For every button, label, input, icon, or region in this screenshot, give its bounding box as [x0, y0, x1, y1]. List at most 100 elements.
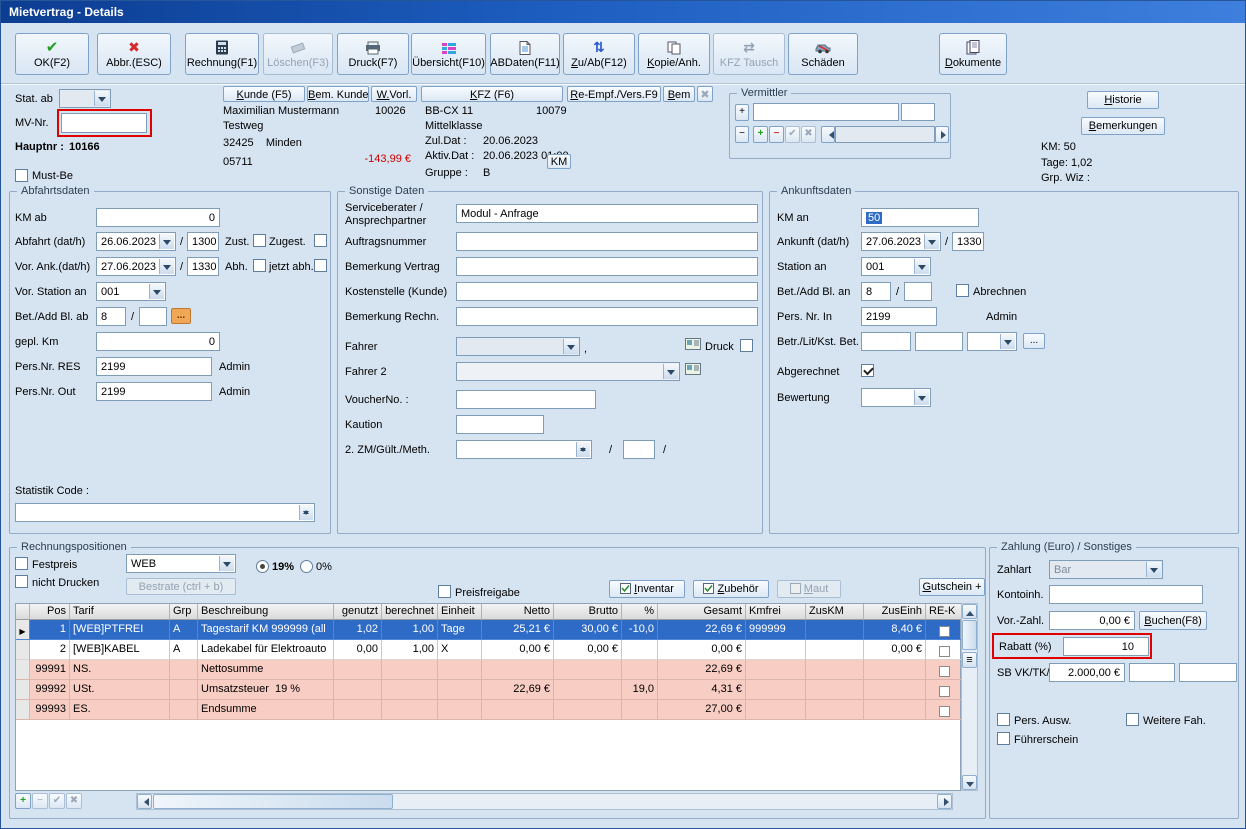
jetzt-abh-checkbox[interactable] [314, 259, 327, 272]
betr-select[interactable] [967, 332, 1017, 351]
splitter-grip-button[interactable]: ≡ [962, 652, 977, 668]
col-header[interactable]: RE-K [926, 604, 962, 620]
col-header[interactable]: Grp [170, 604, 198, 620]
vat-0-radio[interactable] [300, 560, 313, 573]
vermittler-name-field[interactable]: ▶ Lieferant CX9 System [753, 103, 899, 121]
gutschein-button[interactable]: Gutschein + [919, 578, 985, 596]
kontoinh-input[interactable] [1049, 585, 1203, 604]
kaution-input[interactable] [456, 415, 544, 434]
abgerechnet-checkbox[interactable] [861, 364, 874, 377]
col-header[interactable]: Beschreibung [198, 604, 334, 620]
col-header[interactable]: Einheit [438, 604, 482, 620]
tarif-select[interactable]: WEB [126, 554, 236, 573]
vermittler-prev-button[interactable] [821, 126, 835, 143]
table-hscrollbar[interactable] [136, 793, 953, 810]
col-header[interactable]: berechnet [382, 604, 438, 620]
col-header[interactable]: % [622, 604, 658, 620]
vor-ank-date-select[interactable]: 27.06.2023 [96, 257, 176, 276]
abh-checkbox[interactable] [253, 259, 266, 272]
dokumente-button[interactable]: Dokumente [939, 33, 1007, 75]
festpreis-checkbox[interactable] [15, 557, 28, 570]
scroll-up-button[interactable] [962, 604, 977, 619]
betr-input-2[interactable] [915, 332, 963, 351]
col-header[interactable]: Netto [482, 604, 554, 620]
fuehrerschein-checkbox[interactable] [997, 732, 1010, 745]
col-header[interactable]: Pos [30, 604, 70, 620]
vor-station-select[interactable]: 001 [96, 282, 166, 301]
weitere-fah-checkbox[interactable] [1126, 713, 1139, 726]
scroll-down-button[interactable] [962, 775, 977, 790]
vermittler-expand-button[interactable]: + [735, 104, 749, 121]
km-ab-input[interactable]: 0 [96, 208, 220, 227]
hscroll-thumb[interactable] [153, 794, 393, 809]
abrechnen-checkbox[interactable] [956, 284, 969, 297]
bewertung-select[interactable] [861, 388, 931, 407]
auftragsnummer-input[interactable] [456, 232, 758, 251]
rek-checkbox[interactable] [938, 666, 950, 677]
clear-button[interactable]: ✖ [697, 86, 713, 102]
vermittler-next-button[interactable] [935, 126, 949, 143]
add-position-button[interactable]: + [15, 793, 31, 809]
bet-ab-input[interactable]: 8 [96, 307, 126, 326]
vorzahl-input[interactable]: 0,00 € [1049, 611, 1135, 630]
rek-checkbox[interactable] [938, 686, 950, 697]
serviceberater-input[interactable]: Modul - Anfrage [456, 204, 758, 223]
schaeden-button[interactable]: Schäden [788, 33, 858, 75]
bet-an-input[interactable]: 8 [861, 282, 891, 301]
zust-checkbox[interactable] [253, 234, 266, 247]
window-titlebar[interactable]: Mietvertrag - Details [1, 1, 1245, 23]
bem-button[interactable]: Bem [663, 86, 695, 102]
must-be-checkbox[interactable] [15, 169, 28, 182]
re-empf-button[interactable]: Re-Empf./Vers.F9 [567, 86, 661, 102]
km-an-input[interactable]: 50 [861, 208, 979, 227]
bem-kunde-button[interactable]: Bem. Kunde [307, 86, 369, 102]
kopie-anh-button[interactable]: Kopie/Anh. [638, 33, 710, 75]
druck-button[interactable]: Druck(F7) [337, 33, 409, 75]
abfahrt-date-select[interactable]: 26.06.2023 [96, 232, 176, 251]
rek-checkbox[interactable] [938, 706, 950, 717]
zm-input[interactable] [623, 440, 655, 459]
uebersicht-button[interactable]: Übersicht(F10) [411, 33, 486, 75]
col-header[interactable]: Brutto [554, 604, 622, 620]
betr-dots-button[interactable]: ... [1023, 333, 1045, 349]
mv-nr-input[interactable]: 10166 [61, 113, 147, 133]
statistik-code-select[interactable] [15, 503, 315, 522]
col-header[interactable]: Tarif [70, 604, 170, 620]
wvorl-button[interactable]: W.Vorl. [371, 86, 417, 102]
fahrer-print-icon[interactable] [684, 337, 702, 354]
table-row-sum[interactable]: 99992 USt. Umsatzsteuer 19 % 22,69 € 19,… [16, 680, 962, 700]
col-header[interactable]: ZusEinh [864, 604, 926, 620]
vermittler-remove-button[interactable]: − [769, 126, 784, 143]
sb-input-1[interactable]: 2.000,00 € [1049, 663, 1125, 682]
sb-input-2[interactable] [1129, 663, 1175, 682]
fahrer2-doc-icon[interactable] [684, 362, 702, 379]
vor-ank-time-input[interactable]: 1330 [187, 257, 219, 276]
vermittler-collapse-button[interactable]: − [735, 126, 749, 143]
table-vscrollbar[interactable]: ≡ [961, 603, 978, 791]
preisfreigabe-checkbox[interactable] [438, 585, 451, 598]
add-bl-an-input[interactable] [904, 282, 932, 301]
zu-ab-button[interactable]: ⇅ Zu/Ab(F12) [563, 33, 635, 75]
gepl-km-input[interactable]: 0 [96, 332, 220, 351]
abdaten-button[interactable]: ABDaten(F11) [490, 33, 560, 75]
inventar-button[interactable]: Inventar [609, 580, 685, 598]
col-header[interactable]: Gesamt [658, 604, 746, 620]
table-row-sum[interactable]: 99993 ES. Endsumme 27,00 € [16, 700, 962, 720]
abfahrt-time-input[interactable]: 1300 [187, 232, 219, 251]
col-header[interactable]: genutzt [334, 604, 382, 620]
vermittler-value-field[interactable]: 100 [901, 103, 935, 121]
buchen-button[interactable]: Buchen(F8) [1139, 611, 1207, 630]
zm-select[interactable] [456, 440, 592, 459]
col-header[interactable]: Kmfrei [746, 604, 806, 620]
pers-ausw-checkbox[interactable] [997, 713, 1010, 726]
bet-add-dots-button[interactable]: ... [171, 308, 191, 324]
scroll-right-button[interactable] [937, 794, 952, 809]
nicht-drucken-checkbox[interactable] [15, 575, 28, 588]
druck-checkbox[interactable] [740, 339, 753, 352]
table-row[interactable]: 2 [WEB]KABEL A Ladekabel für Elektroauto… [16, 640, 962, 660]
add-bl-ab-input[interactable] [139, 307, 167, 326]
pers-res-input[interactable]: 2199 [96, 357, 212, 376]
sb-input-3[interactable] [1179, 663, 1237, 682]
vscroll-thumb[interactable] [962, 620, 977, 650]
scroll-left-button[interactable] [137, 794, 152, 809]
